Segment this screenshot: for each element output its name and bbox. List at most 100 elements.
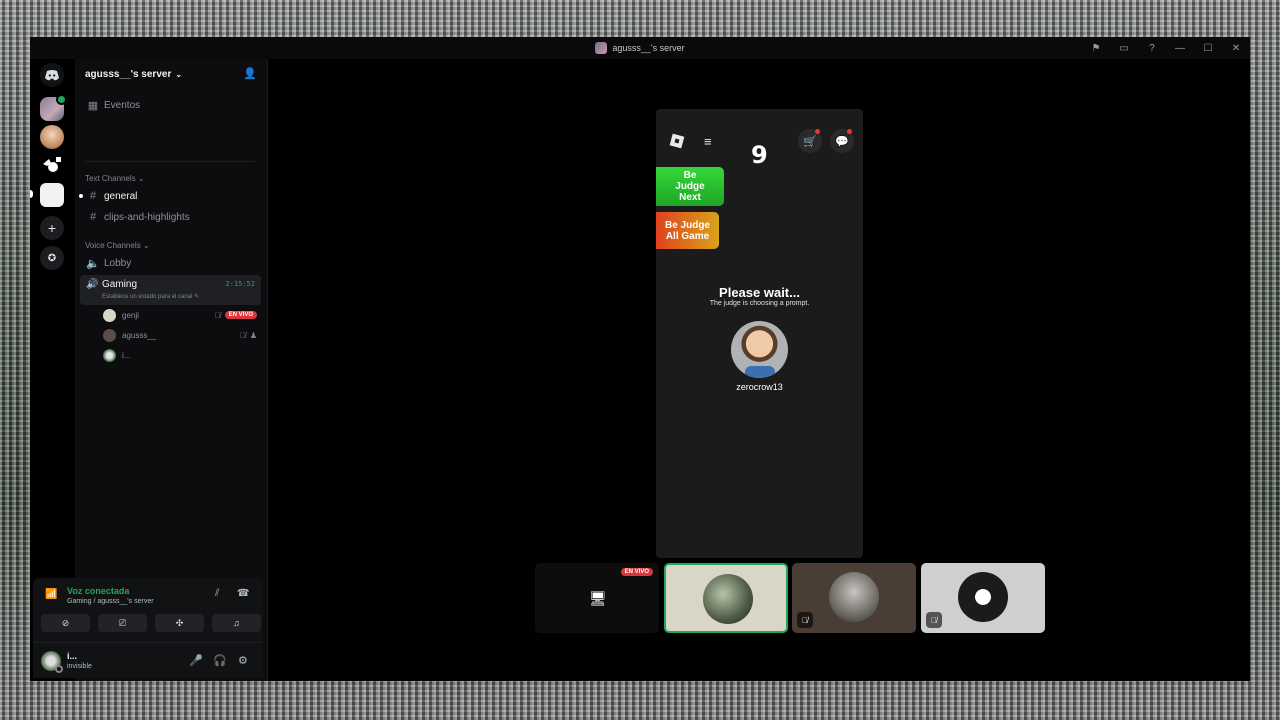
muted-icon: 🎙̸ — [797, 612, 813, 628]
channel-general[interactable]: # general — [79, 186, 261, 206]
activities-button[interactable]: ✣ — [155, 614, 204, 632]
signal-icon[interactable]: 📶 — [45, 589, 57, 600]
server-header[interactable]: agusss__'s server ⌄ 👤 — [75, 59, 267, 89]
server-icon-3[interactable] — [40, 153, 64, 177]
voice-channel-gaming[interactable]: 🔊 Gaming 2:15:52 Establece un estado par… — [80, 275, 261, 305]
unread-indicator — [79, 194, 83, 198]
user-name[interactable]: i... — [67, 651, 77, 661]
hash-icon: # — [89, 211, 97, 223]
microphone-icon[interactable]: 🎤 — [189, 654, 203, 667]
menu-icon: ≡ — [704, 134, 712, 149]
be-judge-next-button: Be Judge Next — [656, 167, 724, 206]
calendar-icon: ▦ — [87, 99, 99, 112]
shop-cart-icon: 🛒 — [798, 129, 822, 153]
speaker-icon: 🔈 — [86, 257, 100, 270]
events-label: Eventos — [104, 99, 141, 111]
user-panel: i... invisible 🎤 🎧 ⚙ — [33, 642, 263, 678]
voice-channel-lobby[interactable]: 🔈 Lobby — [80, 253, 261, 273]
add-server-icon[interactable]: + — [40, 216, 64, 240]
inbox-icon[interactable]: ▭ — [1116, 40, 1132, 56]
minimize-button[interactable]: — — [1172, 40, 1188, 56]
category-text-channels[interactable]: Text Channels ⌄ — [85, 174, 145, 183]
title-bar: agusss__'s server ⚑ ▭ ? — ☐ ✕ — [30, 37, 1250, 59]
speaker-icon: 🔊 — [86, 279, 99, 290]
monitor-icon: 🖥 — [589, 590, 607, 606]
notification-dot — [815, 129, 820, 134]
judge-avatar — [731, 321, 788, 378]
muted-icon: 🎙̸ — [926, 612, 942, 628]
voice-actions: ⊘ ⎚ ✣ ♫ — [41, 614, 261, 632]
events-item[interactable]: ▦ Eventos — [80, 95, 261, 115]
headphones-icon[interactable]: 🎧 — [213, 654, 227, 667]
stream-stage: ≡ 9 🛒 💬 Be Judge Next Be Judge All Game … — [268, 59, 1250, 681]
server-icon-2[interactable] — [40, 125, 64, 149]
channel-label: general — [104, 190, 138, 202]
voice-connected-title[interactable]: Voz conectada — [67, 586, 129, 596]
soundboard-button[interactable]: ♫ — [212, 614, 261, 632]
participant-tile-agusss[interactable]: 🎙̸ — [792, 563, 916, 633]
channel-label: Lobby — [104, 257, 132, 269]
discord-home-icon[interactable] — [40, 63, 64, 87]
settings-gear-icon[interactable]: ⚙ — [238, 654, 248, 667]
user-status: invisible — [67, 663, 92, 670]
hash-icon: # — [89, 190, 97, 202]
avatar[interactable] — [41, 651, 63, 673]
camera-off-button[interactable]: ⊘ — [41, 614, 90, 632]
voice-user-tools: 🎙̸ ♟ — [240, 331, 257, 340]
channel-label: clips-and-highlights — [104, 211, 190, 223]
live-badge: EN VIVO — [224, 311, 257, 319]
maximize-button[interactable]: ☐ — [1200, 40, 1216, 56]
avatar — [103, 328, 116, 342]
be-judge-next-label: Be Judge Next — [675, 170, 705, 203]
voice-user-name: i... — [122, 350, 131, 360]
channel-label: Gaming — [102, 279, 138, 290]
category-voice-channels[interactable]: Voice Channels ⌄ — [85, 241, 150, 250]
voice-connected-subtitle[interactable]: Gaming / agusss__'s server — [67, 598, 154, 605]
channel-clips-and-highlights[interactable]: # clips-and-highlights — [80, 207, 261, 227]
screen-share-button[interactable]: ⎚ — [98, 614, 147, 632]
chat-icon: 💬 — [830, 129, 854, 153]
category-label: Voice Channels — [85, 241, 141, 250]
channel-status-text: Establece un estado para el canal — [102, 294, 193, 300]
round-counter: 9 — [751, 141, 768, 169]
server-icon-4[interactable] — [40, 183, 64, 207]
server-icon-agusss[interactable] — [40, 94, 67, 121]
avatar — [103, 308, 116, 322]
status-indicator — [55, 665, 63, 673]
be-judge-all-game-button: Be Judge All Game — [656, 212, 719, 249]
flag-icon[interactable]: ⚑ — [1088, 40, 1104, 56]
server-name: agusss__'s server — [85, 68, 172, 80]
voice-connection-panel: 📶 Voz conectada Gaming / agusss__'s serv… — [33, 578, 263, 642]
explore-icon[interactable]: ✪ — [40, 246, 64, 270]
channel-status[interactable]: Establece un estado para el canal ✎ — [102, 293, 199, 300]
close-button[interactable]: ✕ — [1228, 40, 1244, 56]
avatar — [103, 348, 116, 362]
help-icon[interactable]: ? — [1144, 40, 1160, 56]
participant-tile-genji[interactable] — [664, 563, 788, 633]
voice-timer: 2:15:52 — [225, 280, 255, 288]
voice-user-self[interactable]: i... — [103, 346, 261, 364]
category-label: Text Channels — [85, 174, 136, 183]
avatar — [703, 574, 753, 624]
wait-title: Please wait... — [719, 285, 800, 300]
discord-window: agusss__'s server ⚑ ▭ ? — ☐ ✕ + ✪ agusss… — [30, 37, 1250, 681]
title-bar-actions: ⚑ ▭ ? — ☐ ✕ — [1088, 37, 1244, 59]
live-badge: EN VIVO — [620, 568, 653, 576]
voice-user-agusss[interactable]: agusss__ 🎙̸ ♟ — [103, 326, 261, 344]
notification-dot — [847, 129, 852, 134]
participant-tile-user[interactable]: 🎙̸ — [921, 563, 1045, 633]
roblox-logo-icon — [669, 133, 685, 149]
voice-active-badge — [56, 94, 67, 105]
disconnect-icon[interactable]: ☎ — [237, 588, 249, 599]
avatar — [958, 572, 1008, 622]
add-member-icon[interactable]: 👤 — [243, 67, 257, 80]
voice-user-tools: 🎙̸ EN VIVO — [215, 311, 257, 320]
server-thumbnail — [595, 42, 608, 54]
be-judge-all-game-label: Be Judge All Game — [664, 219, 710, 242]
chevron-down-icon: ⌄ — [175, 69, 183, 79]
noise-suppression-icon[interactable]: ⫽ — [215, 588, 219, 599]
game-stream-view[interactable]: ≡ 9 🛒 💬 Be Judge Next Be Judge All Game … — [656, 109, 863, 558]
muted-icon: 🎙̸ — [239, 330, 246, 340]
participant-tile-stream[interactable]: EN VIVO 🖥 — [535, 563, 659, 633]
voice-user-genji[interactable]: genji 🎙̸ EN VIVO — [103, 306, 261, 324]
